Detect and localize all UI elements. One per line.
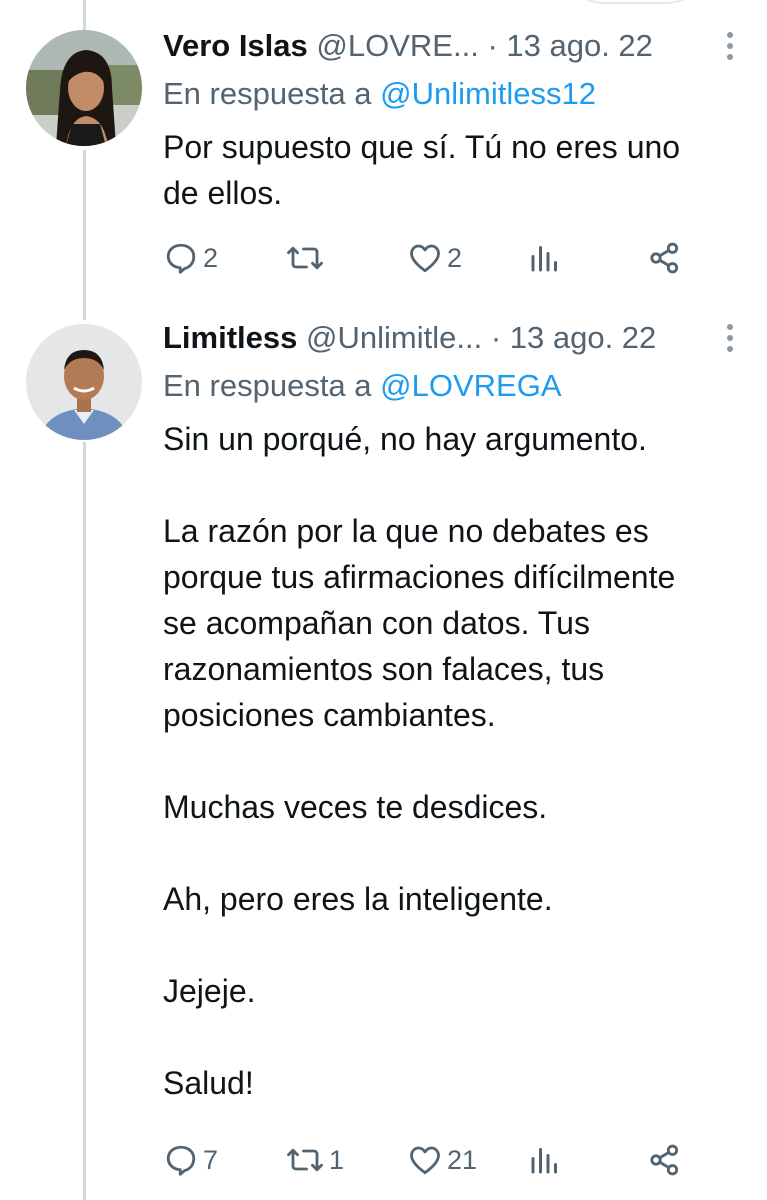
speech-bubble-icon [166,243,196,274]
tweet-text-line: de ellos. [163,175,283,211]
like-button[interactable]: 2 [407,236,462,280]
tweet-vero-islas[interactable]: Vero Islas @LOVRE... · 13 ago. 22 En res… [0,0,767,300]
reply-prefix: En respuesta a [163,368,372,403]
vertical-ellipsis-icon[interactable] [727,324,733,354]
share-nodes-icon [650,1144,679,1176]
retweet-count: 1 [329,1144,345,1175]
tweet-actions: 2 2 [163,236,723,280]
tweet-paragraph: Salud! [163,1065,254,1101]
tweet-paragraph: Ah, pero eres la inteligente. [163,881,553,917]
reply-count: 2 [203,242,219,273]
reply-context: En respuesta a @Unlimitless12 [163,74,596,114]
avatar[interactable] [26,324,142,440]
retweet-arrows-icon [287,1148,323,1172]
reply-count: 7 [203,1144,219,1175]
retweet-button[interactable]: 1 [285,1138,344,1182]
share-button[interactable] [647,236,683,280]
tweet-body: Por supuesto que sí. Tú no eres uno de e… [163,124,743,216]
heart-icon [410,244,440,273]
author-name[interactable]: Limitless [163,320,297,355]
tweet-paragraph: La razón por la que no debates es porque… [163,513,676,733]
tweet-text-line: Por supuesto que sí. Tú no eres uno [163,129,681,165]
tweet-date[interactable]: 13 ago. 22 [506,28,653,63]
views-button[interactable] [527,236,563,280]
tweet-paragraph: Muchas veces te desdices. [163,789,548,825]
reply-button[interactable]: 2 [163,236,218,280]
views-button[interactable] [527,1138,563,1182]
tweet-date[interactable]: 13 ago. 22 [510,320,657,355]
like-count: 2 [447,242,463,273]
author-handle[interactable]: @Unlimitle... [306,320,482,355]
tweet-limitless[interactable]: Limitless @Unlimitle... · 13 ago. 22 En … [0,300,767,1200]
retweet-arrows-icon [287,246,323,270]
like-button[interactable]: 21 [407,1138,477,1182]
reply-mention-link[interactable]: @Unlimitless12 [380,76,596,111]
vertical-ellipsis-icon[interactable] [727,32,733,62]
reply-prefix: En respuesta a [163,76,372,111]
tweet-header: Limitless @Unlimitle... · 13 ago. 22 [163,318,727,358]
avatar[interactable] [26,30,142,146]
bar-chart-icon [531,246,557,272]
tweet-paragraph: Sin un porqué, no hay argumento. [163,421,647,457]
reply-mention-link[interactable]: @LOVREGA [380,368,561,403]
separator-dot: · [487,28,498,63]
tweet-paragraph: Jejeje. [163,973,256,1009]
bar-chart-icon [531,1148,557,1174]
tweet-body: Sin un porqué, no hay argumento. La razó… [163,416,743,1106]
tweet-actions: 7 1 21 [163,1138,723,1182]
retweet-button[interactable] [285,236,329,280]
reply-button[interactable]: 7 [163,1138,218,1182]
speech-bubble-icon [166,1145,196,1176]
author-name[interactable]: Vero Islas [163,28,308,63]
separator-dot: · [490,320,502,355]
tweet-header: Vero Islas @LOVRE... · 13 ago. 22 [163,26,727,66]
author-handle[interactable]: @LOVRE... [316,28,478,63]
heart-icon [410,1146,440,1175]
like-count: 21 [447,1144,478,1175]
share-nodes-icon [650,242,679,274]
share-button[interactable] [647,1138,683,1182]
reply-context: En respuesta a @LOVREGA [163,366,562,406]
